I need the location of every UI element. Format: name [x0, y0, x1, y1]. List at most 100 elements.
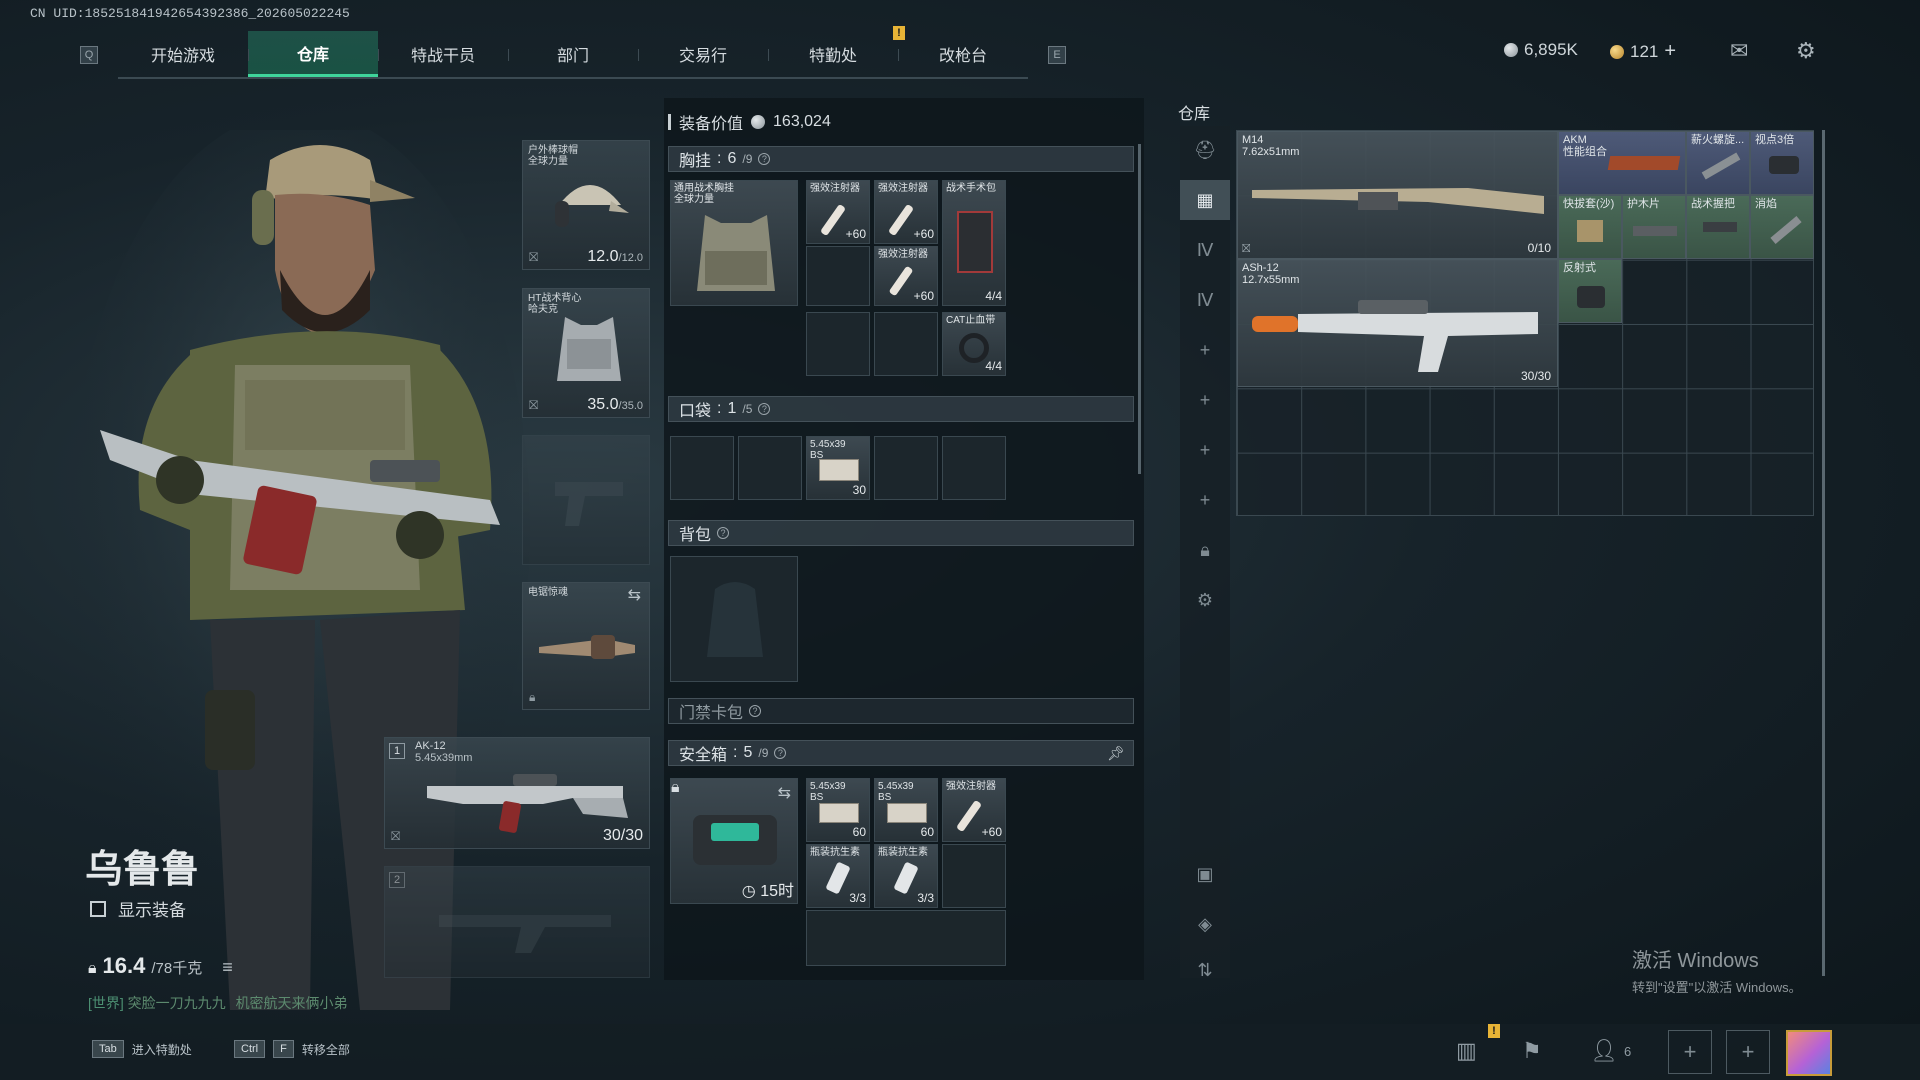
show-gear-checkbox[interactable]	[90, 900, 106, 917]
stash-item-spiral[interactable]: 薪火螺旋...	[1686, 131, 1750, 195]
transfer-all-hint[interactable]: Ctrl F 转移全部	[234, 1040, 350, 1058]
flash-hider-name: 消焰	[1755, 198, 1777, 210]
swap-icon[interactable]: ⇆	[628, 585, 641, 605]
stash-layers-icon[interactable]: ◈	[1180, 904, 1230, 944]
gold-currency: 121 +	[1610, 40, 1676, 63]
stash-settings-icon[interactable]: ⚙	[1180, 580, 1230, 620]
add-stash-page-icon[interactable]: +	[1180, 330, 1230, 370]
helmet-slot[interactable]: 户外棒球帽 全球力量 ⛝ 12.0/12.0	[522, 140, 650, 270]
chat-message: 机密航天来俩小弟	[235, 995, 348, 1011]
safe-box-help-icon[interactable]: ?	[774, 747, 787, 759]
stash-scrollbar[interactable]	[1822, 130, 1825, 976]
stash-item-ash12[interactable]: ASh-12 12.7x55mm 30/30	[1237, 259, 1558, 387]
chest-empty-cell[interactable]	[874, 312, 938, 376]
tab-special-ops[interactable]: 特勤处	[768, 31, 898, 77]
safe-item-injector[interactable]: 强效注射器 +60	[942, 778, 1006, 842]
tab-operators[interactable]: 特战干员	[378, 31, 508, 77]
stash-category-helmet-icon[interactable]: ⛑	[1180, 130, 1230, 170]
stash-item-reflex-sight[interactable]: 反射式	[1558, 259, 1622, 323]
value-coin-icon	[751, 115, 766, 129]
loadout-scrollbar[interactable]	[1138, 144, 1141, 474]
backpack-help-icon[interactable]: ?	[717, 527, 730, 539]
stash-sort-icon[interactable]: ⇅	[1180, 950, 1230, 990]
flag-icon[interactable]: ⚑	[1522, 1038, 1542, 1064]
stash-category-iv-icon[interactable]: Ⅳ	[1180, 230, 1230, 270]
pocket-ammo-item[interactable]: 5.45x39 BS 30	[806, 436, 870, 500]
safe-empty-cell[interactable]	[942, 844, 1006, 908]
chest-item-injector-3[interactable]: 强效注射器 +60	[874, 246, 938, 306]
armor-slot[interactable]: HT战术背心 哈夫克 ⛝ 35.0/35.0	[522, 288, 650, 418]
add-gold-button[interactable]: +	[1664, 40, 1676, 63]
stash-item-quick-holster[interactable]: 快拔套(沙)	[1558, 195, 1622, 259]
gold-amount: 121	[1630, 41, 1659, 61]
safe-box-swap-icon[interactable]: ⇆	[778, 783, 791, 803]
tab-department[interactable]: 部门	[508, 31, 638, 77]
stash-item-handguard[interactable]: 护木片	[1622, 195, 1686, 259]
mail-icon[interactable]: ✉	[1730, 38, 1748, 64]
stash-portrait-icon[interactable]: ▣	[1180, 854, 1230, 894]
show-gear-toggle[interactable]: 显示装备	[90, 896, 186, 921]
pin-icon[interactable]: 📌︎	[1107, 745, 1125, 762]
safe-item-antibiotic-1[interactable]: 瓶装抗生素 3/3	[806, 844, 870, 908]
pistol-slot[interactable]	[522, 435, 650, 565]
tab-warehouse[interactable]: 仓库	[248, 31, 378, 77]
holster-icon	[1577, 220, 1603, 242]
chest-item-injector-1[interactable]: 强效注射器 +60	[806, 180, 870, 244]
nav-left-key[interactable]: Q	[80, 46, 98, 64]
stash-category-iv2-icon[interactable]: Ⅳ	[1180, 280, 1230, 320]
add-stash-page-icon[interactable]: +	[1180, 480, 1230, 520]
safe-item-ammo-2[interactable]: 5.45x39 BS 60	[874, 778, 938, 842]
add-stash-page-icon[interactable]: +	[1180, 380, 1230, 420]
flash-hider-icon	[1770, 216, 1802, 244]
ak12-rifle-icon	[427, 774, 628, 833]
tab-trade[interactable]: 交易行	[638, 31, 768, 77]
settings-gear-icon[interactable]: ⚙	[1796, 38, 1816, 64]
chest-item-injector-2[interactable]: 强效注射器 +60	[874, 180, 938, 244]
equip-value-row: 装备价值 163,024	[668, 110, 831, 134]
player-avatar[interactable]	[1786, 1030, 1832, 1076]
add-stash-page-icon[interactable]: +	[1180, 430, 1230, 470]
chest-item-tourniquet[interactable]: CAT止血带 4/4	[942, 312, 1006, 376]
pocket-slot[interactable]	[738, 436, 802, 500]
stash-item-m14[interactable]: M14 7.62x51mm ⛝ 0/10	[1237, 131, 1558, 259]
stash-item-grip[interactable]: 战术握把	[1686, 195, 1750, 259]
stash-item-akm[interactable]: AKM 性能组合	[1558, 131, 1686, 195]
tab-start-game[interactable]: 开始游戏	[118, 31, 248, 77]
enter-special-ops-hint[interactable]: Tab 进入特勤处	[92, 1040, 192, 1058]
chest-item-surgery-kit[interactable]: 战术手术包 4/4	[942, 180, 1006, 306]
pocket-slot[interactable]	[670, 436, 734, 500]
stash-lock-icon[interactable]: 🔒︎	[1180, 530, 1230, 570]
invite-slot-button[interactable]: +	[1726, 1030, 1770, 1074]
stash-category-all-icon[interactable]: ▦	[1180, 180, 1230, 220]
nav-right-key[interactable]: E	[1048, 46, 1066, 64]
safe-item-ammo-1[interactable]: 5.45x39 BS 60	[806, 778, 870, 842]
stash-item-scope[interactable]: 视点3倍	[1750, 131, 1814, 195]
chest-empty-cell[interactable]	[806, 246, 870, 306]
backpack-slot[interactable]	[670, 556, 798, 682]
chest-empty-cell[interactable]	[806, 312, 870, 376]
melee-slot[interactable]: 电锯惊魂 ⇆ 🔒︎	[522, 582, 650, 710]
invite-slot-button[interactable]: +	[1668, 1030, 1712, 1074]
friends-button[interactable]: 👤︎ 6	[1590, 1038, 1631, 1064]
primary-weapon-slot[interactable]: 1 AK-12 5.45x39mm ⛝ 30/30	[384, 737, 650, 849]
safe-item-antibiotic-2[interactable]: 瓶装抗生素 3/3	[874, 844, 938, 908]
safe-empty-row[interactable]	[806, 910, 1006, 966]
rifle-silhouette-icon	[439, 915, 611, 953]
pocket-slot[interactable]	[874, 436, 938, 500]
pocket-slot[interactable]	[942, 436, 1006, 500]
armor-durability-max: /35.0	[618, 400, 643, 412]
chest-rig-title: 胸挂	[679, 153, 712, 170]
chest-rig-item[interactable]: 通用战术胸挂 全球力量	[670, 180, 798, 306]
weight-list-icon[interactable]: ≡	[222, 957, 233, 978]
world-chat-line[interactable]: [世界] 突脸一刀九九九 机密航天来俩小弟	[88, 993, 348, 1013]
safe-box-container[interactable]: ⇆ 🔒︎ ◷ 15时	[670, 778, 798, 904]
secondary-weapon-slot[interactable]: 2	[384, 866, 650, 978]
stats-chart-icon[interactable]: ▥	[1456, 1038, 1477, 1064]
tab-gunsmith[interactable]: 改枪台	[898, 31, 1028, 77]
stash-item-flash-hider[interactable]: 消焰	[1750, 195, 1814, 259]
keycard-help-icon[interactable]: ?	[749, 705, 762, 717]
chest-item-injector-1-label: 强效注射器	[810, 183, 860, 194]
chest-rig-help-icon[interactable]: ?	[758, 153, 771, 165]
pocket-help-icon[interactable]: ?	[758, 403, 771, 415]
stash-grid[interactable]: M14 7.62x51mm ⛝ 0/10 AKM 性能组合 薪火螺旋... 视点…	[1236, 130, 1814, 516]
